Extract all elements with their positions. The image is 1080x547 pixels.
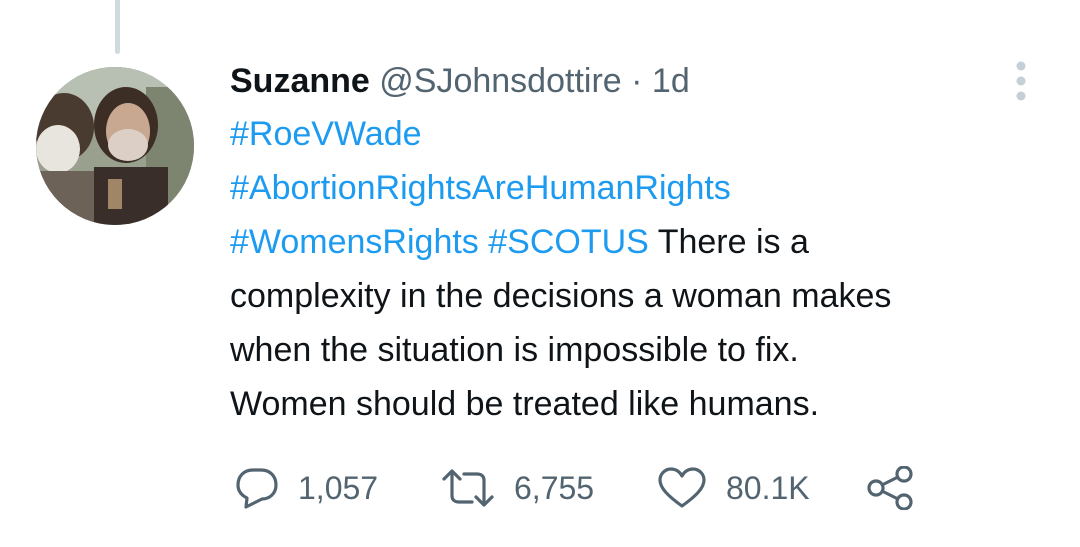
tweet-text-line: when the situation is impossible to fix. [230,323,1030,377]
author-handle[interactable]: @SJohnsdottire [379,62,621,100]
hashtag-link[interactable]: #WomensRights [230,223,479,261]
tweet-text-line: #RoeVWade [230,107,1030,161]
like-button[interactable]: 80.1K [656,466,810,510]
tweet-text-line: complexity in the decisions a woman make… [230,269,1030,323]
retweet-button[interactable]: 6,755 [440,466,594,510]
tweet-text-segment: There is a [648,223,809,261]
retweet-icon [442,469,494,507]
author-name[interactable]: Suzanne [230,62,370,100]
reply-button[interactable]: 1,057 [234,466,378,510]
reply-count: 1,057 [298,470,379,506]
hashtag-link[interactable]: #RoeVWade [230,115,422,153]
tweet-header: Suzanne @SJohnsdottire · 1d [230,56,1030,106]
avatar[interactable] [36,67,194,225]
tweet-text-segment: when the situation is impossible to fix. [230,331,799,369]
tweet-text-segment [479,223,488,261]
tweet-text: #RoeVWade #AbortionRightsAreHumanRights #W… [230,107,1030,431]
tweet-content: Suzanne @SJohnsdottire · 1d #RoeVWade #Ab… [230,56,1030,431]
retweet-count: 6,755 [514,470,595,506]
share-icon [867,466,913,510]
like-count: 80.1K [726,470,810,506]
hashtag-link[interactable]: #SCOTUS [488,223,649,261]
thread-connector-line [115,0,120,54]
hashtag-link[interactable]: #AbortionRightsAreHumanRights [230,169,731,207]
tweet-timestamp[interactable]: 1d [652,62,690,100]
heart-icon [658,467,706,508]
reply-icon [236,468,278,509]
share-button[interactable] [866,466,916,510]
tweet-text-line: Women should be treated like humans. [230,377,1030,431]
header-separator: · [631,62,643,100]
tweet-text-segment: complexity in the decisions a woman make… [230,277,892,315]
tweet-text-segment: Women should be treated like humans. [230,385,820,423]
tweet-text-line: #WomensRights #SCOTUS There is a [230,215,1030,269]
tweet-text-line: #AbortionRightsAreHumanRights [230,161,1030,215]
avatar-photo [36,67,194,225]
